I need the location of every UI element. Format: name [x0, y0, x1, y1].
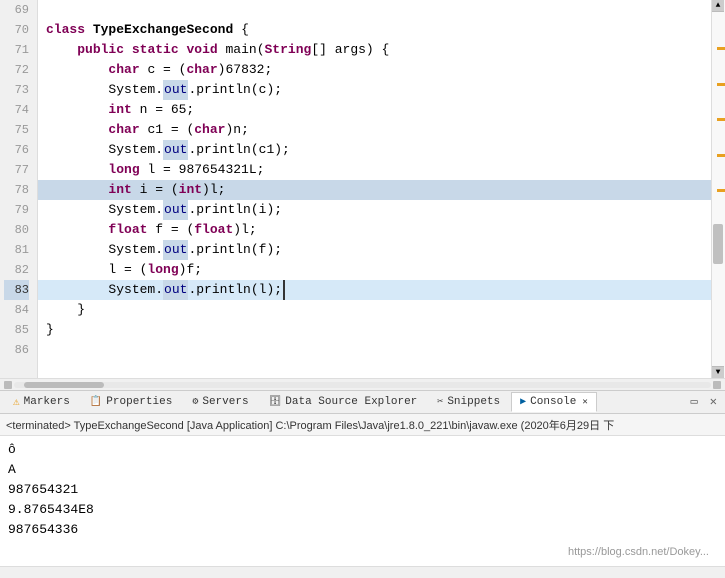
servers-icon: ⚙ — [192, 396, 198, 408]
tab-markers[interactable]: ⚠ Markers — [4, 392, 79, 412]
console-hscrollbar[interactable] — [0, 566, 725, 578]
scrollbar-track[interactable] — [712, 12, 725, 366]
code-line-81: System. out .println(f); — [38, 240, 711, 260]
line-numbers: 69 70 71 72 73 74 75 76 77 78 79 80 81 8… — [0, 0, 38, 378]
annotation-mark-3 — [717, 118, 725, 121]
console-panel: <terminated> TypeExchangeSecond [Java Ap… — [0, 414, 725, 578]
hscroll-right-btn[interactable] — [713, 381, 721, 389]
code-line-77: long l = 987654321L; — [38, 160, 711, 180]
tab-markers-label: Markers — [24, 396, 70, 408]
code-line-74: int n = 65; — [38, 100, 711, 120]
tab-datasource[interactable]: 🗄 Data Source Explorer — [260, 392, 427, 412]
code-line-76: System. out .println(c1); — [38, 140, 711, 160]
code-and-scrollbar: 69 70 71 72 73 74 75 76 77 78 79 80 81 8… — [0, 0, 725, 378]
code-line-71: public static void main( String [] args)… — [38, 40, 711, 60]
console-line-3: 987654321 — [8, 480, 717, 500]
code-line-79: System. out .println(i); — [38, 200, 711, 220]
code-content[interactable]: class TypeExchangeSecond { public static… — [38, 0, 711, 378]
snippets-icon: ✂ — [437, 396, 443, 408]
editor-panel: 69 70 71 72 73 74 75 76 77 78 79 80 81 8… — [0, 0, 725, 390]
tab-datasource-label: Data Source Explorer — [285, 396, 417, 408]
annotation-mark-4 — [717, 154, 725, 157]
console-output: ô A 987654321 9.8765434E8 987654336 http… — [0, 436, 725, 566]
code-container: 69 70 71 72 73 74 75 76 77 78 79 80 81 8… — [0, 0, 711, 378]
code-line-70: class TypeExchangeSecond { — [38, 20, 711, 40]
code-line-73: System. out .println(c); — [38, 80, 711, 100]
console-line-1: ô — [8, 440, 717, 460]
code-line-85: } — [38, 320, 711, 340]
close-panel-btn[interactable]: ✕ — [706, 396, 721, 408]
panel-tabs: ⚠ Markers 📋 Properties ⚙ Servers 🗄 Data … — [0, 390, 725, 414]
console-line-2: A — [8, 460, 717, 480]
annotation-mark-2 — [717, 83, 725, 86]
editor-hscrollbar[interactable] — [0, 378, 725, 390]
tab-snippets-label: Snippets — [447, 396, 500, 408]
tab-console-label: Console — [530, 396, 576, 408]
code-line-86 — [38, 340, 711, 360]
watermark: https://blog.csdn.net/Dokey... — [568, 542, 709, 562]
markers-icon: ⚠ — [13, 395, 20, 409]
hscroll-track[interactable] — [14, 382, 711, 388]
code-line-80: float f = ( float )l; — [38, 220, 711, 240]
code-line-69 — [38, 0, 711, 20]
annotation-mark-5 — [717, 189, 725, 192]
scrollbar-thumb[interactable] — [713, 224, 723, 264]
scrollbar-down-btn[interactable]: ▼ — [712, 366, 724, 378]
code-line-84: } — [38, 300, 711, 320]
console-header: <terminated> TypeExchangeSecond [Java Ap… — [0, 414, 725, 436]
right-scrollbar[interactable]: ▲ ▼ — [711, 0, 725, 378]
scrollbar-up-btn[interactable]: ▲ — [712, 0, 724, 12]
tab-servers-label: Servers — [202, 396, 248, 408]
properties-icon: 📋 — [90, 396, 102, 408]
minimize-btn[interactable]: ▭ — [687, 396, 702, 408]
tab-servers[interactable]: ⚙ Servers — [183, 392, 257, 412]
tab-properties[interactable]: 📋 Properties — [81, 392, 181, 412]
console-line-5: 987654336 — [8, 520, 717, 540]
hscroll-thumb[interactable] — [24, 382, 104, 388]
console-line-4: 9.8765434E8 — [8, 500, 717, 520]
console-icon: ▶ — [520, 396, 526, 408]
tab-properties-label: Properties — [106, 396, 172, 408]
code-line-72: char c = ( char )67832; — [38, 60, 711, 80]
console-header-text: <terminated> TypeExchangeSecond [Java Ap… — [6, 417, 614, 433]
code-line-78: int i = ( int )l; — [38, 180, 711, 200]
hscroll-left-btn[interactable] — [4, 381, 12, 389]
code-line-82: l = ( long )f; — [38, 260, 711, 280]
tab-console[interactable]: ▶ Console ✕ — [511, 392, 597, 412]
tab-actions: ▭ ✕ — [687, 396, 721, 408]
datasource-icon: 🗄 — [269, 396, 282, 408]
tab-snippets[interactable]: ✂ Snippets — [428, 392, 509, 412]
code-line-83: System. out .println(l); — [38, 280, 711, 300]
code-line-75: char c1 = ( char )n; — [38, 120, 711, 140]
annotation-mark-1 — [717, 47, 725, 50]
console-linked-icon: ✕ — [582, 397, 587, 407]
